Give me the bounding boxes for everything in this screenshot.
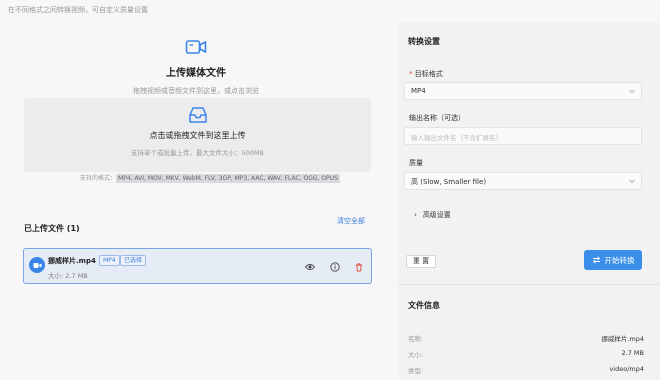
formats-label: 支持的格式： [80,175,117,182]
output-name-placeholder: 输入输出文件名（不含扩展名） [411,134,502,142]
info-value: 2.7 MB [621,349,644,357]
reset-button[interactable]: 重 置 [406,255,436,268]
quality-label: 质量 [409,159,423,167]
start-convert-label: 开始转换 [604,255,635,265]
dropzone-title: 点击或拖拽文件到这里上传 [149,131,246,140]
info-icon[interactable] [330,262,340,272]
chevron-down-icon [629,89,635,94]
file-card[interactable]: 挪威样片.mp4 MP4 已选择 大小: 2.7 MB [23,248,372,284]
inbox-icon [188,107,207,123]
info-row-size: 大小: 2.7 MB [408,349,644,359]
dropzone-subtitle: 支持单个或批量上传，最大文件大小：500MB [131,149,264,157]
advanced-settings-label: 高级设置 [422,211,451,219]
info-value: 挪威样片.mp4 [601,335,644,343]
file-video-icon [29,257,45,273]
format-tag: MP4 [99,255,120,266]
advanced-settings-toggle[interactable]: › 高级设置 [414,210,451,220]
target-format-label-text: 目标格式 [414,70,443,78]
selected-tag: 已选择 [120,255,147,266]
file-dropzone[interactable]: 点击或拖拽文件到这里上传 支持单个或批量上传，最大文件大小：500MB [24,98,371,172]
file-name: 挪威样片.mp4 [48,257,96,265]
delete-icon[interactable] [354,262,364,272]
uploaded-title: 已上传文件 (1) [24,224,80,233]
start-convert-button[interactable]: 开始转换 [584,250,642,270]
video-icon [185,40,207,54]
upload-header: 上传媒体文件 拖拽视频或音频文件到这里，或点击浏览 [14,22,378,96]
clear-all-link[interactable]: 清空全部 [337,216,365,226]
supported-formats: 支持的格式： MP4, AVI, MOV, MKV, WebM, FLV, 3GP… [80,173,340,183]
preview-eye-icon[interactable] [305,262,315,272]
file-size: 大小: 2.7 MB [48,272,88,280]
output-name-label: 输出名称（可选） [409,114,465,122]
quality-select[interactable]: 高 (Slow, Smaller file) [404,172,642,190]
target-format-value: MP4 [411,87,426,95]
chevron-down-icon [629,179,635,184]
target-format-label: * 目标格式 [409,69,443,79]
info-label: 名称: [408,335,424,343]
required-mark: * [409,70,413,78]
quality-value: 高 (Slow, Smaller file) [411,178,487,186]
output-name-input[interactable]: 输入输出文件名（不含扩展名） [404,127,642,145]
formats-list: MP4, AVI, MOV, MKV, WebM, FLV, 3GP, MP3,… [116,174,340,183]
settings-panel: 转换设置 * 目标格式 MP4 输出名称（可选） 输入输出文件名（不含扩展名） … [398,22,660,380]
info-label: 类型: [408,367,424,375]
info-row-type: 类型: video/mp4 [408,365,644,375]
info-label: 大小: [408,351,424,359]
upload-title: 上传媒体文件 [166,68,226,79]
settings-title: 转换设置 [408,37,440,46]
file-info-title: 文件信息 [408,301,440,310]
swap-icon [592,256,600,264]
uploaded-header: 已上传文件 (1) 清空全部 [24,216,369,235]
chevron-right-icon: › [414,211,417,219]
upload-subtitle: 拖拽视频或音频文件到这里，或点击浏览 [133,87,259,95]
upload-section: 上传媒体文件 拖拽视频或音频文件到这里，或点击浏览 [14,22,378,96]
target-format-select[interactable]: MP4 [404,82,642,100]
page-description: 在不同格式之间转换视频，可自定义质量设置 [8,6,148,14]
divider [398,284,660,285]
info-row-name: 名称: 挪威样片.mp4 [408,333,644,343]
info-value: video/mp4 [609,365,644,373]
